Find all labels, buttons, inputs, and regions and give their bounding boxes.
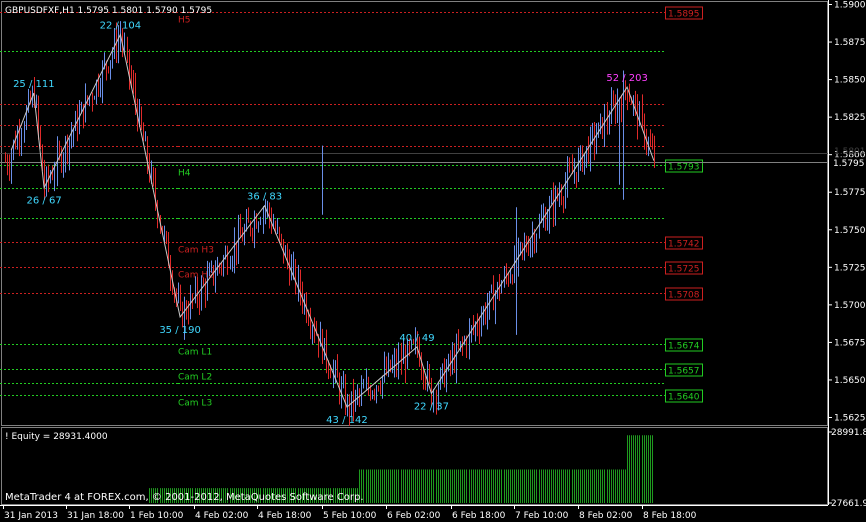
level-value-label: 1.5674 <box>668 342 700 352</box>
price-tick-label: 1.5775 <box>834 188 866 198</box>
level-value-label: 1.5708 <box>668 291 700 301</box>
price-tick-label: 1.5850 <box>834 76 866 86</box>
zigzag-indicator: 25 / 111 26 / 67 22 / 104 35 / 190 36 / 83 43… <box>10 21 655 426</box>
time-tick-label: 4 Feb 02:00 <box>195 511 249 521</box>
price-tick-label: 1.5825 <box>834 113 866 123</box>
price-tick-label: 1.5875 <box>834 38 866 48</box>
price-tick-label: 1.5900 <box>834 1 866 11</box>
price-tick-label: 1.5700 <box>834 301 866 311</box>
zigzag-label: 52 / 203 <box>606 73 648 84</box>
time-tick-label: 8 Feb 02:00 <box>579 511 633 521</box>
time-tick-label: 6 Feb 02:00 <box>387 511 441 521</box>
zigzag-label: 22 / 37 <box>414 401 449 412</box>
level-value-label: 1.5793 <box>668 163 700 173</box>
zigzag-label: 26 / 67 <box>27 196 62 207</box>
zigzag-line <box>10 32 655 408</box>
price-tick-label: 1.5725 <box>834 263 866 273</box>
level-label: Cam L2 <box>178 373 212 383</box>
time-tick-label: 1 Feb 10:00 <box>130 511 184 521</box>
level-label: Cam L1 <box>178 348 212 358</box>
current-price-label: 1.5795 <box>833 159 865 169</box>
level-value-label: 1.5895 <box>668 10 700 20</box>
level-label: H5 <box>178 16 191 26</box>
price-tick-label: 1.5625 <box>834 414 866 424</box>
zigzag-label: 35 / 190 <box>159 325 201 336</box>
zigzag-label: 22 / 104 <box>100 21 142 32</box>
equity-tick-label: 27661.9 <box>831 499 866 509</box>
price-panel-frame <box>1 1 828 426</box>
level-label: H4 <box>178 169 191 179</box>
zigzag-label: 43 / 142 <box>326 415 368 426</box>
price-axis: 1.59001.58751.58501.58251.58001.57751.57… <box>828 1 866 424</box>
ask-price-label: 1.5801 <box>834 147 866 157</box>
zigzag-label: 40 / 49 <box>399 333 434 344</box>
copyright-text: MetaTrader 4 at FOREX.com, © 2001-2012, … <box>5 492 364 503</box>
price-tick-label: 1.5650 <box>834 376 866 386</box>
time-tick-label: 5 Feb 10:00 <box>323 511 377 521</box>
symbol-header: GBPUSDFXF,H1 1.5795 1.5801 1.5790 1.5795 <box>5 6 212 16</box>
time-tick-label: 7 Feb 10:00 <box>515 511 569 521</box>
equity-axis: 28991.8 27661.9 <box>828 428 866 509</box>
time-tick-label: 6 Feb 18:00 <box>452 511 506 521</box>
level-label: Cam H3 <box>178 246 214 256</box>
pivot-levels: H51.5895H41.5793Cam H31.5742Cam H21.5725… <box>0 6 828 409</box>
level-value-label: 1.5742 <box>668 240 700 250</box>
level-label: Cam L3 <box>178 399 212 409</box>
level-value-label: 1.5640 <box>668 393 700 403</box>
time-tick-label: 8 Feb 18:00 <box>643 511 697 521</box>
equity-indicator-label: ! Equity = 28931.4000 <box>5 432 108 442</box>
chart-canvas[interactable]: H51.5895H41.5793Cam H31.5742Cam H21.5725… <box>0 0 866 522</box>
time-tick-label: 31 Jan 18:00 <box>67 511 124 521</box>
time-axis: 31 Jan 2013 31 Jan 18:00 1 Feb 10:00 4 Feb … <box>3 505 697 521</box>
level-value-label: 1.5657 <box>668 367 700 377</box>
price-tick-label: 1.5675 <box>834 338 866 348</box>
time-tick-label: 4 Feb 18:00 <box>258 511 312 521</box>
time-tick-label: 31 Jan 2013 <box>4 511 58 521</box>
zigzag-label: 36 / 83 <box>247 192 282 203</box>
price-tick-label: 1.5750 <box>834 226 866 236</box>
level-value-label: 1.5725 <box>668 265 700 275</box>
zigzag-label: 25 / 111 <box>13 79 55 90</box>
equity-tick-label: 28991.8 <box>831 428 866 438</box>
